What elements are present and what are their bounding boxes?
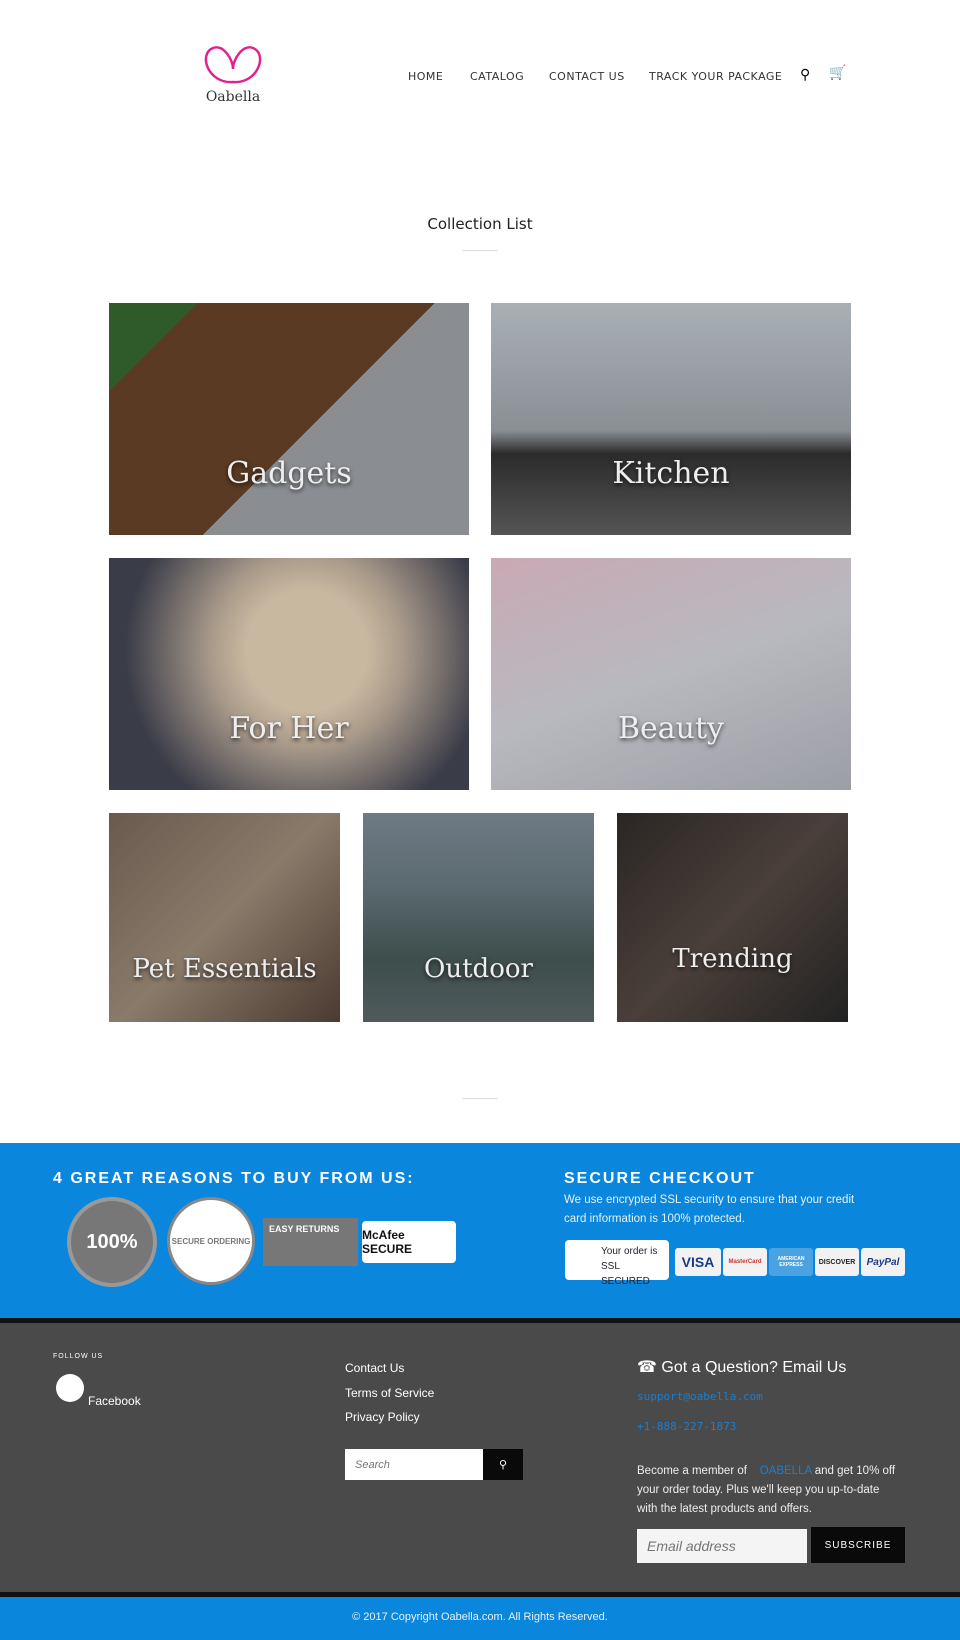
amex-card-icon: AMERICAN EXPRESS — [769, 1248, 813, 1276]
collection-pet-essentials[interactable]: Pet Essentials — [109, 813, 340, 1022]
checkout-title: SECURE CHECKOUT — [564, 1170, 756, 1187]
logo-butterfly-icon — [204, 46, 262, 84]
nav-track[interactable]: TRACK YOUR PACKAGE — [649, 70, 782, 83]
search-icon[interactable]: ⚲ — [800, 66, 810, 83]
easy-returns-badge: EASY RETURNS — [263, 1218, 358, 1266]
logo[interactable]: Oabella — [198, 44, 268, 106]
ssl-badge: Your order is SSL SECURED — [565, 1240, 669, 1287]
collection-for-her[interactable]: For Her — [109, 558, 469, 790]
support-email-link[interactable]: support@oabella.com — [637, 1390, 763, 1403]
nav-home[interactable]: HOME — [408, 70, 443, 83]
footer-search-button[interactable]: ⚲ — [483, 1449, 523, 1480]
facebook-link[interactable]: Facebook — [88, 1394, 141, 1408]
newsletter-email-input[interactable] — [637, 1529, 807, 1563]
collection-gadgets[interactable]: Gadgets — [109, 303, 469, 535]
collection-beauty[interactable]: Beauty — [491, 558, 851, 790]
divider — [462, 1098, 498, 1099]
footer-link-contact[interactable]: Contact Us — [345, 1361, 404, 1375]
subscribe-button[interactable]: SUBSCRIBE — [811, 1527, 905, 1563]
nav-contact[interactable]: CONTACT US — [549, 70, 625, 83]
collection-trending[interactable]: Trending — [617, 813, 848, 1022]
reasons-title: 4 GREAT REASONS TO BUY FROM US: — [53, 1170, 415, 1187]
footer-link-privacy[interactable]: Privacy Policy — [345, 1410, 420, 1424]
paypal-icon: PayPal — [861, 1248, 905, 1276]
phone-icon: ☎ — [637, 1359, 662, 1376]
mastercard-icon: MasterCard — [723, 1248, 767, 1276]
nav-catalog[interactable]: CATALOG — [470, 70, 524, 83]
question-heading: ☎ Got a Question? Email Us — [637, 1359, 847, 1376]
collection-outdoor[interactable]: Outdoor — [363, 813, 594, 1022]
phone-link[interactable]: +1-888-227-1873 — [637, 1420, 736, 1433]
search-icon: ⚲ — [498, 1459, 508, 1471]
secure-ordering-badge: SECURE ORDERING — [167, 1197, 255, 1285]
divider — [462, 250, 498, 251]
footer-link-terms[interactable]: Terms of Service — [345, 1386, 434, 1400]
copyright-text: © 2017 Copyright Oabella.com. All Rights… — [352, 1611, 608, 1623]
logo-text: Oabella — [205, 89, 261, 105]
visa-card-icon: VISA — [675, 1248, 721, 1276]
member-text: Become a member of OABELLA and get 10% o… — [637, 1465, 896, 1515]
cart-icon[interactable]: 🛒 — [829, 64, 846, 81]
discover-card-icon: DISCOVER — [815, 1248, 859, 1276]
page-title: Collection List — [427, 215, 533, 233]
checkout-text: We use encrypted SSL security to ensure … — [564, 1194, 855, 1225]
collection-kitchen[interactable]: Kitchen — [491, 303, 851, 535]
follow-us-label: FOLLOW US — [53, 1353, 104, 1360]
mcafee-badge: McAfee SECURE — [362, 1221, 456, 1263]
satisfaction-badge: 100% — [67, 1197, 157, 1287]
facebook-icon[interactable] — [56, 1374, 84, 1402]
footer-search-input[interactable] — [345, 1449, 483, 1480]
